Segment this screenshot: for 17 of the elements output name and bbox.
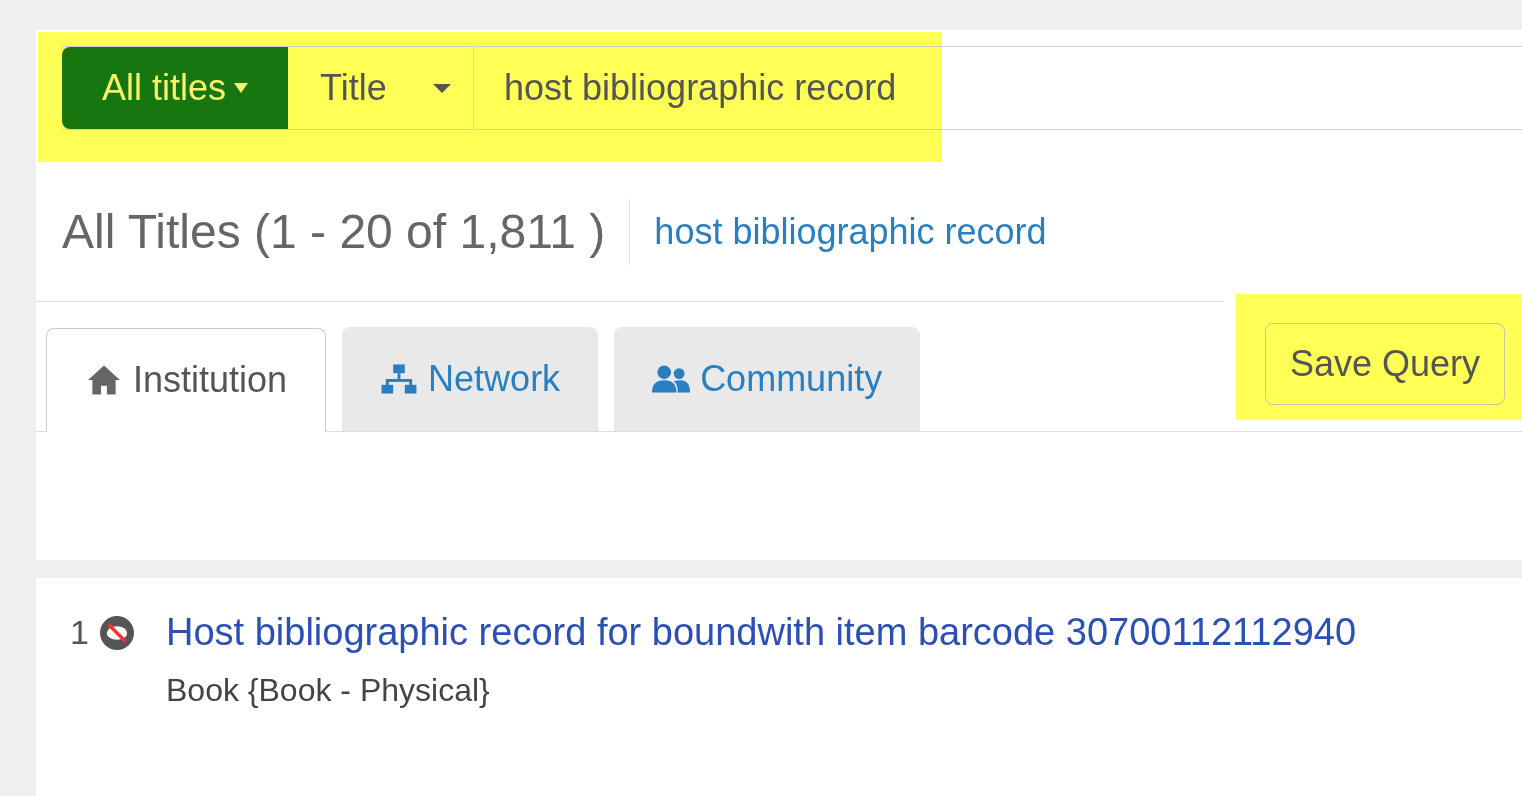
tab[interactable]: Network <box>342 327 599 431</box>
search-field[interactable]: host bibliographic record <box>474 47 1522 129</box>
caret-icon <box>433 83 451 93</box>
result-type: Book {Book - Physical} <box>166 671 491 710</box>
network-icon <box>380 363 419 395</box>
field-dropdown[interactable]: Title <box>288 47 474 129</box>
results-title: All Titles (1 - 20 of 1,811 ) <box>62 203 606 260</box>
result-title-link[interactable]: Host bibliographic record for boundwith item barcode 30700112112940 <box>166 608 1357 656</box>
query-link[interactable]: host bibliographic record <box>654 204 1047 259</box>
save-query-button[interactable]: Save Query <box>1265 323 1505 405</box>
suppressed-icon <box>100 616 134 650</box>
tab[interactable]: Institution <box>46 328 327 432</box>
scope-dropdown-button[interactable]: All titles <box>62 47 288 129</box>
tab[interactable]: Community <box>614 327 921 431</box>
caret-icon <box>234 83 248 93</box>
result-number: 1 <box>70 612 90 653</box>
users-icon <box>652 363 691 395</box>
